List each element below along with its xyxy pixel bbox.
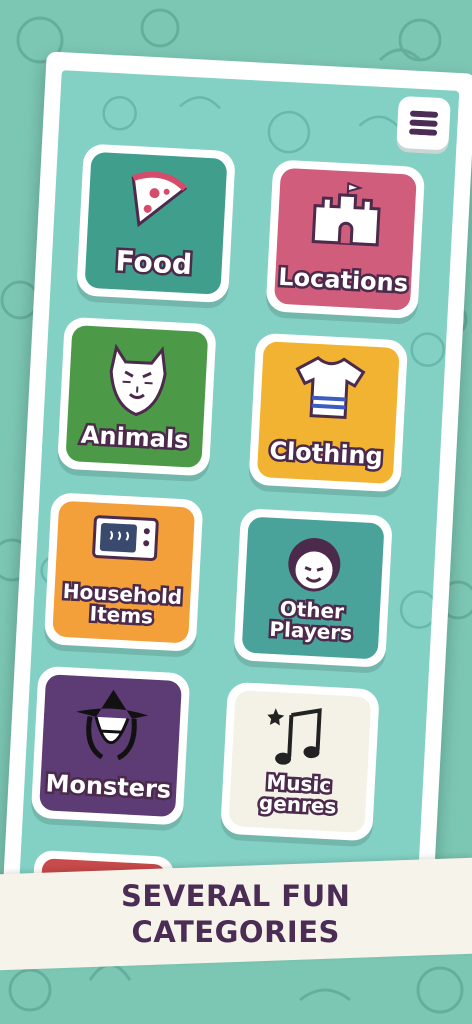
category-label-monsters: Monsters — [42, 767, 174, 807]
caption-line-2: CATEGORIES — [131, 915, 341, 949]
tshirt-icon — [260, 351, 399, 424]
category-label-locations: Locations — [275, 260, 411, 300]
category-tile-music-genres[interactable]: Music genres — [220, 681, 380, 842]
category-label-household-items: Household Items — [60, 576, 185, 631]
category-tile-monsters[interactable]: Monsters — [30, 665, 191, 826]
category-label-food: Food — [112, 241, 195, 283]
category-tile-other-players[interactable]: Other Players — [233, 508, 393, 668]
hamburger-icon — [409, 110, 439, 136]
category-tile-food[interactable]: Food — [76, 143, 236, 304]
category-tile-food-bg: Food — [84, 151, 228, 295]
phone-frame: Food Locations Animals Clothing Househol… — [1, 51, 472, 933]
category-tile-clothing[interactable]: Clothing — [248, 332, 409, 493]
category-tile-clothing-bg: Clothing — [256, 341, 400, 485]
category-label-other-players: Other Players — [266, 594, 355, 648]
caption-line-1: SEVERAL FUN — [121, 878, 351, 913]
caption-text: SEVERAL FUN CATEGORIES — [121, 878, 350, 951]
category-tile-household-items[interactable]: Household Items — [43, 492, 204, 652]
music-notes-icon — [231, 700, 370, 777]
menu-button[interactable] — [396, 95, 451, 151]
category-tile-household-items-bg: Household Items — [52, 500, 196, 644]
castle-icon — [277, 178, 416, 251]
category-tile-other-players-bg: Other Players — [241, 516, 385, 660]
category-label-animals: Animals — [78, 418, 192, 457]
pizza-icon — [87, 162, 226, 239]
player-face-icon — [245, 527, 384, 604]
category-label-clothing: Clothing — [266, 434, 386, 473]
category-tile-monsters-bg: Monsters — [39, 674, 183, 818]
tiger-icon — [68, 335, 208, 420]
category-tile-animals-bg: Animals — [65, 325, 209, 468]
category-tile-locations[interactable]: Locations — [265, 159, 426, 320]
microwave-icon — [56, 511, 195, 570]
category-screen: Food Locations Animals Clothing Househol… — [17, 70, 460, 932]
witch-icon — [42, 684, 182, 765]
category-tile-music-genres-bg: Music genres — [228, 690, 372, 834]
category-tile-locations-bg: Locations — [273, 167, 417, 311]
category-tile-animals[interactable]: Animals — [56, 316, 217, 477]
category-label-music-genres: Music genres — [256, 767, 340, 821]
caption-banner: SEVERAL FUN CATEGORIES — [0, 857, 472, 971]
